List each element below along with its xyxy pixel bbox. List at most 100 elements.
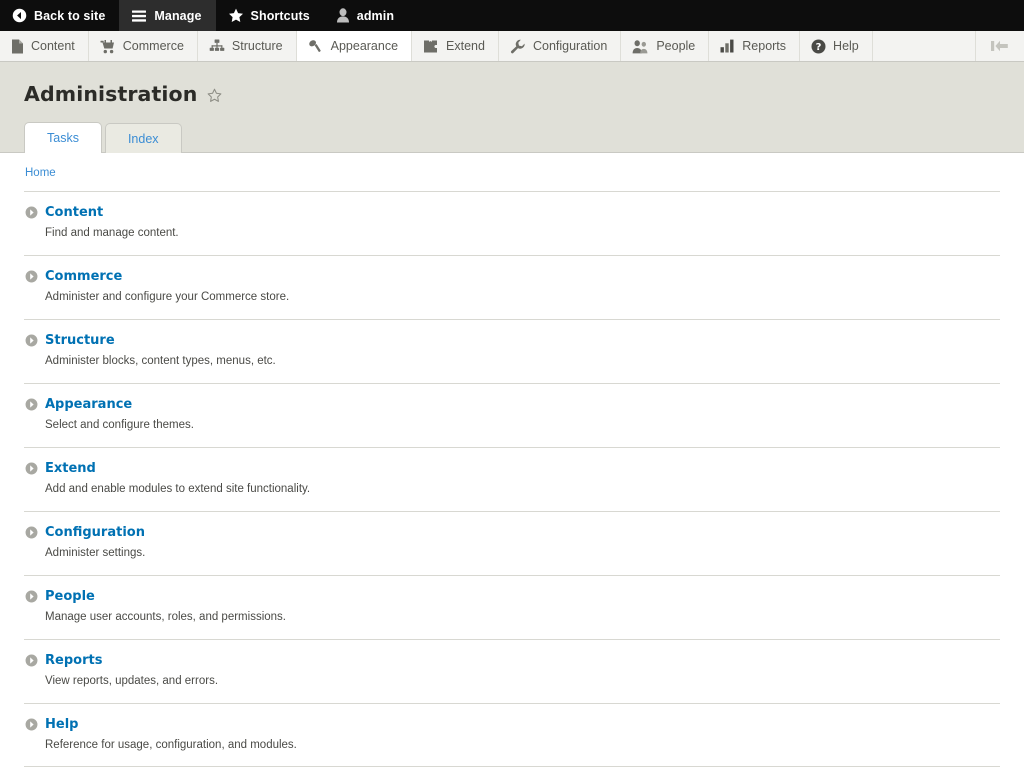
breadcrumb-link-home[interactable]: Home	[25, 167, 56, 179]
admin-task-header: Appearance	[24, 398, 1000, 411]
paint-roller-icon	[308, 39, 324, 54]
admin-task-description: Reference for usage, configuration, and …	[45, 738, 1000, 753]
admin-task-description: Select and configure themes.	[45, 418, 1000, 433]
toolbar-label: Back to site	[34, 9, 105, 23]
tab-index[interactable]: Index	[105, 123, 182, 154]
puzzle-piece-icon	[423, 39, 439, 54]
admin-task-link[interactable]: Content	[45, 206, 103, 219]
user-icon	[336, 8, 350, 23]
chevron-circle-icon	[25, 462, 38, 475]
admin-menu-item-content[interactable]: Content	[0, 31, 89, 61]
admin-task-item: Commerce Administer and configure your C…	[24, 256, 1000, 320]
admin-task-description: Find and manage content.	[45, 226, 1000, 241]
chevron-circle-icon	[25, 718, 38, 731]
admin-task-item: People Manage user accounts, roles, and …	[24, 576, 1000, 640]
star-icon	[228, 8, 244, 23]
admin-task-item: Extend Add and enable modules to extend …	[24, 448, 1000, 512]
primary-toolbar: Back to site Manage Shortcuts admin	[0, 0, 1024, 31]
chevron-circle-icon	[25, 206, 38, 219]
star-outline-icon[interactable]	[207, 86, 222, 103]
admin-task-description: Add and enable modules to extend site fu…	[45, 482, 1000, 497]
admin-task-link[interactable]: People	[45, 590, 95, 603]
admin-task-header: Commerce	[24, 270, 1000, 283]
admin-task-item: Reports View reports, updates, and error…	[24, 640, 1000, 704]
admin-task-item: Structure Administer blocks, content typ…	[24, 320, 1000, 384]
breadcrumb: Home	[24, 153, 1000, 191]
admin-task-link[interactable]: Structure	[45, 334, 115, 347]
admin-menu-label: Extend	[446, 39, 485, 53]
toolbar-item-manage[interactable]: Manage	[119, 0, 215, 31]
admin-menu-item-extend[interactable]: Extend	[412, 31, 499, 61]
admin-menu-label: Appearance	[331, 39, 398, 53]
admin-menu-label: Structure	[232, 39, 283, 53]
admin-task-description: View reports, updates, and errors.	[45, 674, 1000, 689]
vertical-orientation-toggle-icon	[990, 39, 1010, 53]
admin-task-item: Content Find and manage content.	[24, 192, 1000, 256]
admin-menu-label: People	[656, 39, 695, 53]
orientation-toggle-button[interactable]	[976, 31, 1024, 61]
primary-tabs: Tasks Index	[24, 122, 182, 154]
svg-text:?: ?	[816, 42, 822, 53]
document-icon	[11, 39, 24, 54]
chevron-circle-icon	[25, 654, 38, 667]
admin-task-item: Help Reference for usage, configuration,…	[24, 704, 1000, 767]
admin-task-link[interactable]: Appearance	[45, 398, 132, 411]
chevron-circle-icon	[25, 526, 38, 539]
admin-task-description: Administer settings.	[45, 546, 1000, 561]
hamburger-icon	[131, 9, 147, 23]
admin-task-header: Configuration	[24, 526, 1000, 539]
admin-task-header: Structure	[24, 334, 1000, 347]
admin-task-link[interactable]: Commerce	[45, 270, 122, 283]
admin-menu-item-structure[interactable]: Structure	[198, 31, 297, 61]
admin-task-link[interactable]: Configuration	[45, 526, 145, 539]
admin-menu-label: Help	[833, 39, 859, 53]
admin-menu-item-help[interactable]: ? Help	[800, 31, 873, 61]
admin-task-header: Reports	[24, 654, 1000, 667]
toolbar-label: Manage	[154, 9, 201, 23]
admin-menu-item-people[interactable]: People	[621, 31, 709, 61]
admin-task-item: Appearance Select and configure themes.	[24, 384, 1000, 448]
page-title: Administration	[24, 84, 197, 105]
admin-menu-label: Configuration	[533, 39, 607, 53]
admin-menu-label: Content	[31, 39, 75, 53]
admin-task-header: People	[24, 590, 1000, 603]
question-circle-icon: ?	[811, 39, 826, 54]
admin-task-link[interactable]: Reports	[45, 654, 102, 667]
admin-menu-item-configuration[interactable]: Configuration	[499, 31, 621, 61]
admin-task-description: Manage user accounts, roles, and permiss…	[45, 610, 1000, 625]
admin-menu-label: Reports	[742, 39, 786, 53]
admin-task-link[interactable]: Help	[45, 718, 78, 731]
main-content: Home Content Find and manage content.	[0, 153, 1024, 767]
chevron-circle-icon	[25, 270, 38, 283]
back-arrow-circle-icon	[12, 8, 27, 23]
admin-menu-item-appearance[interactable]: Appearance	[297, 31, 412, 61]
chevron-circle-icon	[25, 398, 38, 411]
toolbar-label: admin	[357, 9, 394, 23]
tab-tasks[interactable]: Tasks	[24, 122, 102, 154]
chevron-circle-icon	[25, 590, 38, 603]
page-header: Administration Tasks Index	[0, 62, 1024, 153]
admin-menu-item-reports[interactable]: Reports	[709, 31, 800, 61]
sitemap-icon	[209, 39, 225, 53]
admin-task-description: Administer blocks, content types, menus,…	[45, 354, 1000, 369]
admin-menu-item-commerce[interactable]: Commerce	[89, 31, 198, 61]
admin-task-link[interactable]: Extend	[45, 462, 96, 475]
chevron-circle-icon	[25, 334, 38, 347]
admin-menu-label: Commerce	[123, 39, 184, 53]
admin-menu-spacer	[873, 31, 976, 61]
admin-task-header: Content	[24, 206, 1000, 219]
admin-menu-toolbar: Content Commerce	[0, 31, 1024, 62]
admin-task-list: Content Find and manage content. Commerc…	[24, 191, 1000, 767]
people-icon	[632, 39, 649, 54]
admin-task-header: Extend	[24, 462, 1000, 475]
admin-task-header: Help	[24, 718, 1000, 731]
admin-task-description: Administer and configure your Commerce s…	[45, 290, 1000, 305]
toolbar-item-admin-user[interactable]: admin	[324, 0, 408, 31]
toolbar-item-back-to-site[interactable]: Back to site	[0, 0, 119, 31]
admin-task-item: Configuration Administer settings.	[24, 512, 1000, 576]
shopping-cart-icon	[100, 39, 116, 54]
toolbar-item-shortcuts[interactable]: Shortcuts	[216, 0, 324, 31]
wrench-icon	[510, 39, 526, 54]
bar-chart-icon	[720, 39, 735, 53]
toolbar-label: Shortcuts	[251, 9, 310, 23]
